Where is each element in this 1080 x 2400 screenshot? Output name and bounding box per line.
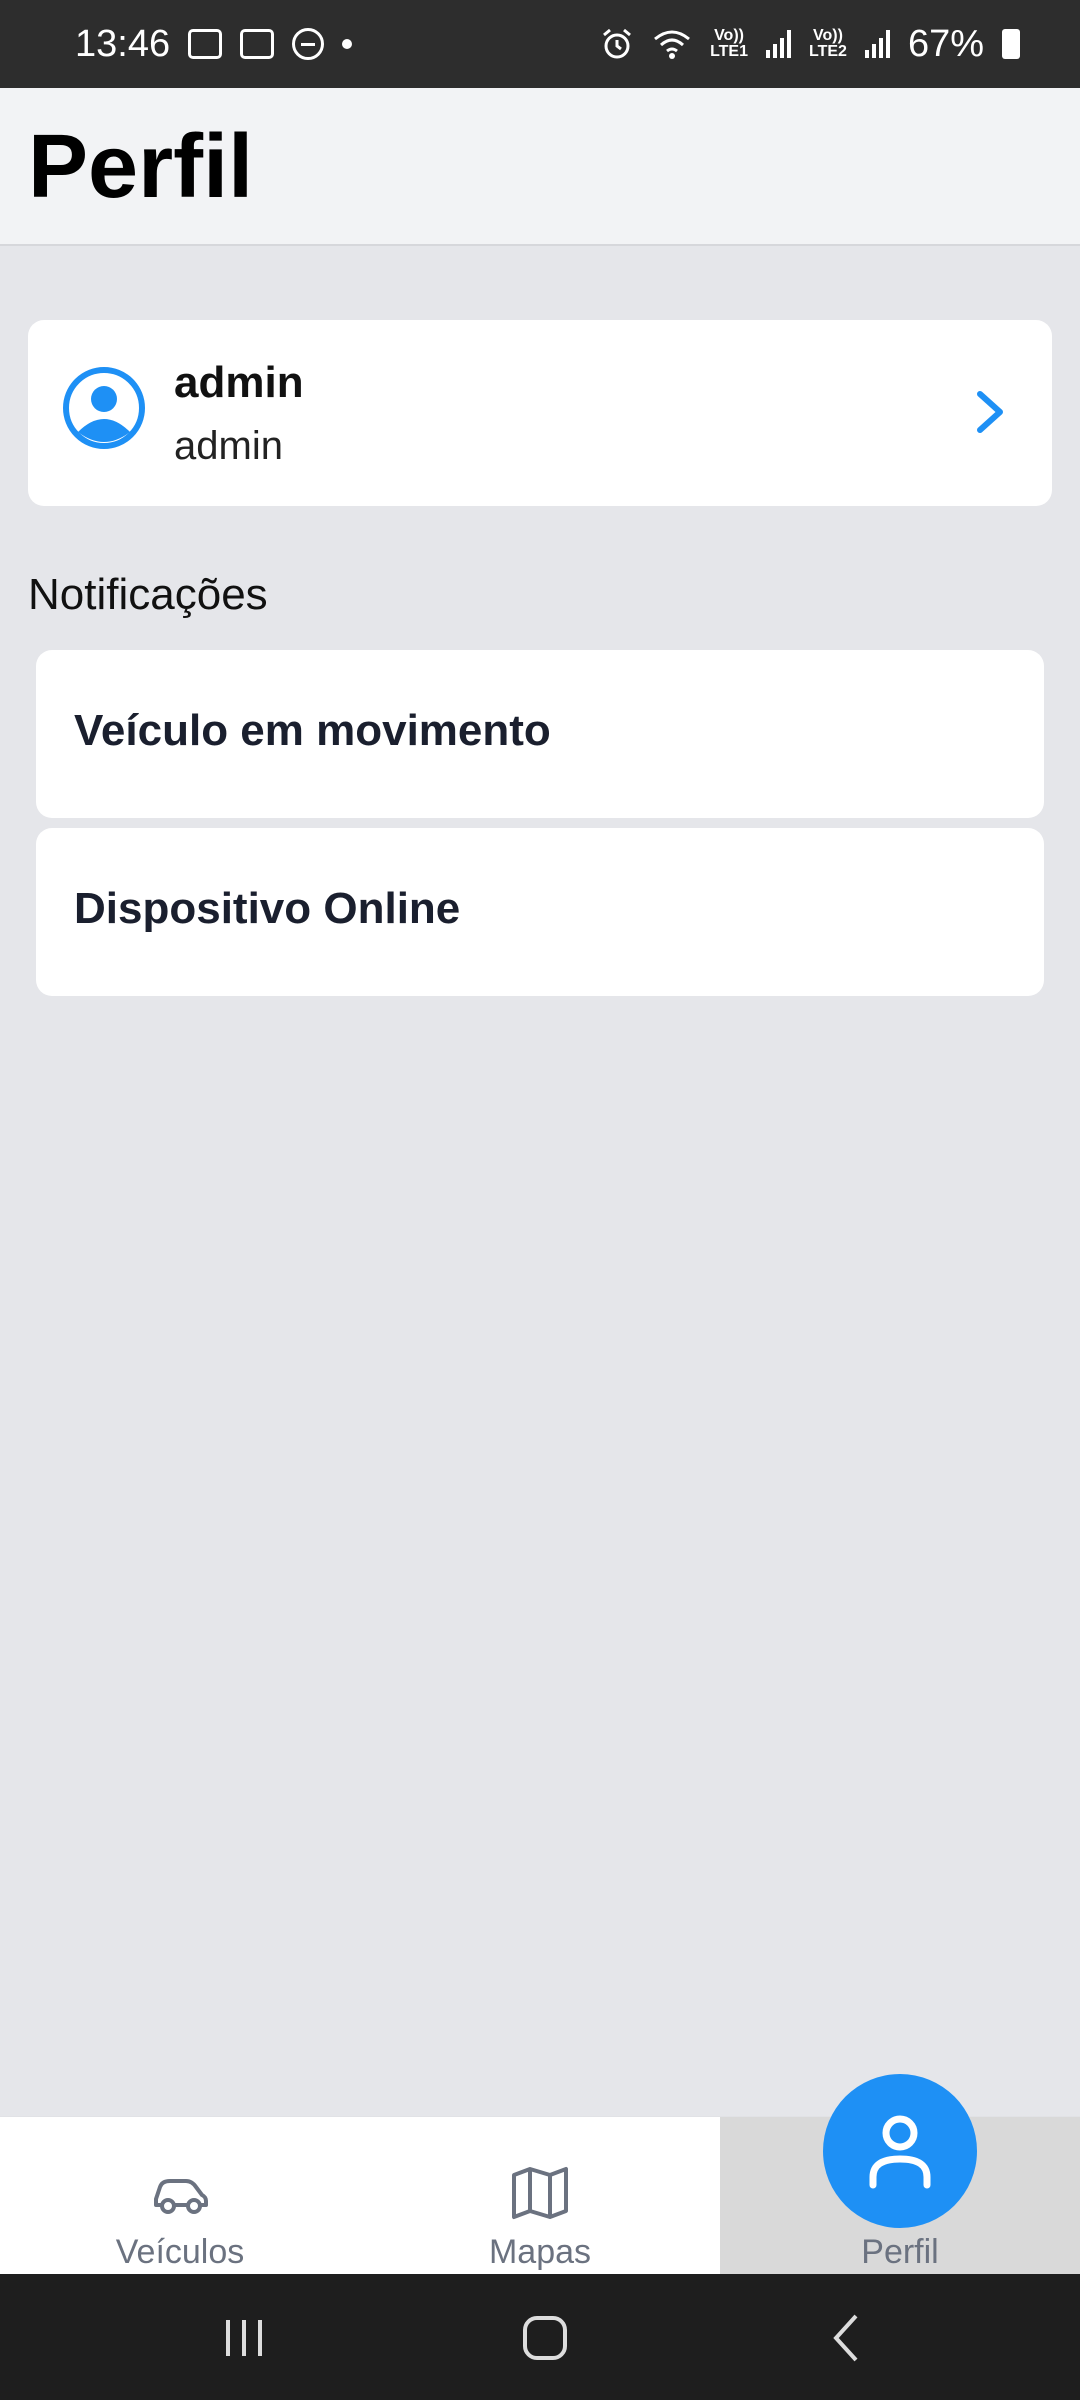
- status-right: Vo)) LTE1 Vo)) LTE2 67%: [600, 23, 1020, 66]
- profile-name: admin: [174, 358, 304, 407]
- voicemail-notification-icon: [240, 29, 275, 59]
- lte2-indicator: Vo)) LTE2: [809, 27, 847, 60]
- nav-label: Veículos: [115, 2233, 245, 2271]
- car-icon: [154, 2179, 208, 2214]
- battery-icon: [1002, 29, 1020, 59]
- home-icon[interactable]: [515, 2310, 575, 2366]
- nav-label: Mapas: [488, 2233, 592, 2271]
- notifications-section-label: Notificações: [28, 570, 268, 619]
- chevron-right-icon[interactable]: [972, 390, 1008, 434]
- notification-item-label: Veículo em movimento: [74, 706, 551, 755]
- profile-card[interactable]: admin admin: [28, 320, 1052, 506]
- map-icon: [512, 2167, 568, 2219]
- nav-item-veiculos[interactable]: Veículos: [0, 2117, 360, 2275]
- image-notification-icon: [188, 29, 223, 59]
- user-avatar-icon: [63, 367, 145, 449]
- recent-apps-icon[interactable]: [214, 2310, 274, 2366]
- notification-item-device-online[interactable]: Dispositivo Online: [36, 828, 1044, 996]
- battery-percent: 67%: [907, 22, 984, 65]
- app-header: Perfil: [0, 88, 1080, 246]
- profile-role: admin: [174, 424, 283, 468]
- signal-1-icon: [766, 30, 791, 58]
- do-not-disturb-icon: [292, 28, 325, 60]
- more-notifications-dot-icon: [342, 39, 353, 49]
- status-left: 13:46: [75, 22, 353, 66]
- nav-item-mapas[interactable]: Mapas: [360, 2117, 720, 2275]
- back-icon[interactable]: [818, 2310, 878, 2366]
- notification-item-vehicle-moving[interactable]: Veículo em movimento: [36, 650, 1044, 818]
- page-title: Perfil: [28, 117, 254, 217]
- system-nav-bar: [0, 2274, 1080, 2400]
- status-bar: 13:46 Vo)) LTE1 Vo)) LTE2 67%: [0, 0, 1080, 88]
- status-time: 13:46: [75, 22, 171, 65]
- alarm-icon: [603, 28, 632, 59]
- user-icon: [869, 2115, 931, 2189]
- signal-2-icon: [864, 30, 890, 58]
- notification-item-label: Dispositivo Online: [74, 884, 461, 933]
- nav-label: Perfil: [861, 2233, 939, 2271]
- active-tab-bubble[interactable]: [823, 2074, 977, 2228]
- lte1-indicator: Vo)) LTE1: [710, 27, 748, 60]
- wifi-icon: [654, 30, 691, 59]
